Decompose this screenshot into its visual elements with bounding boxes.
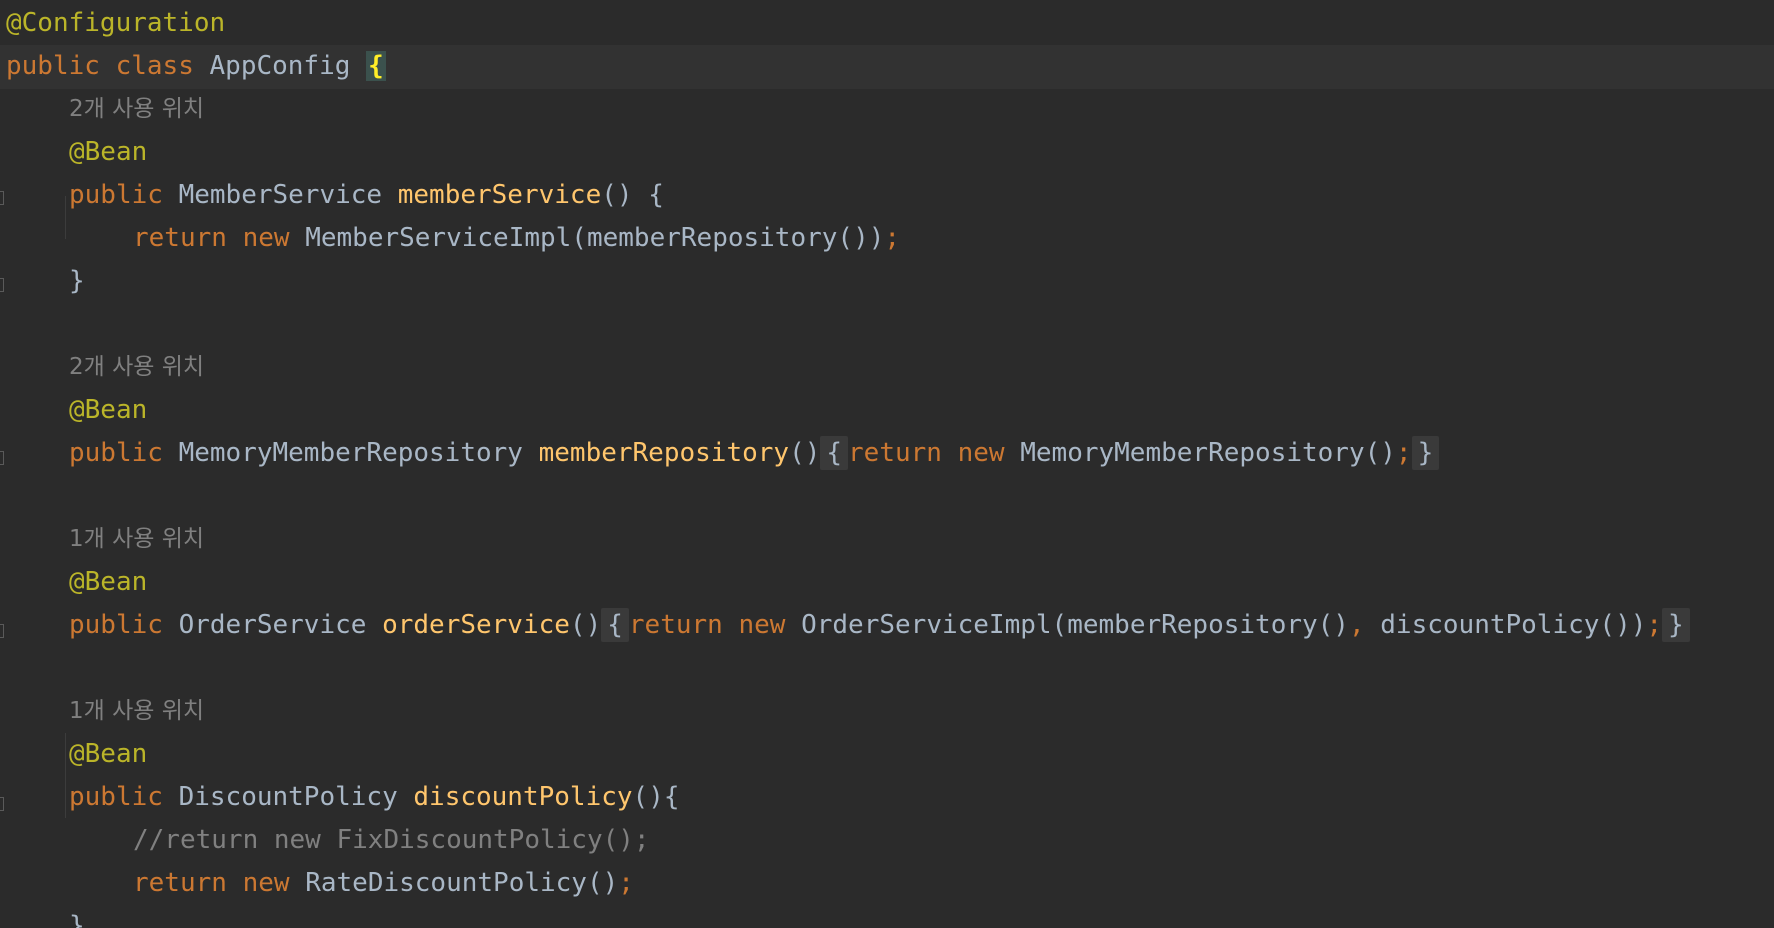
keyword: public [69, 782, 163, 812]
annotation: @Configuration [6, 8, 226, 38]
comma: , [1348, 610, 1365, 640]
code-editor[interactable]: @Configuration public class AppConfig { … [0, 0, 1774, 928]
semicolon: ; [1646, 610, 1663, 640]
matched-brace: { [366, 51, 386, 81]
keyword: new [242, 223, 290, 253]
keyword: public [6, 51, 100, 81]
code-line[interactable]: @Configuration [0, 2, 1774, 46]
code-line[interactable]: //return new FixDiscountPolicy(); [0, 819, 1774, 863]
semicolon: ; [1395, 438, 1412, 468]
annotation: @Bean [69, 395, 148, 425]
punctuation: (){ [632, 782, 680, 812]
expression: MemoryMemberRepository() [1020, 438, 1396, 468]
usage-hint[interactable]: 1개 사용 위치 [0, 518, 1774, 562]
keyword: return [848, 438, 942, 468]
code-line[interactable]: @Bean [0, 561, 1774, 605]
code-line[interactable]: public MemberService memberService() { [0, 174, 1774, 218]
keyword: new [957, 438, 1005, 468]
keyword: new [242, 868, 290, 898]
code-line[interactable]: public OrderService orderService(){retur… [0, 604, 1774, 648]
expression: discountPolicy()) [1364, 610, 1647, 640]
usage-hint-text[interactable]: 2개 사용 위치 [69, 346, 204, 390]
comment: //return new FixDiscountPolicy(); [133, 825, 650, 855]
code-line[interactable]: } [0, 260, 1774, 304]
punctuation: () [789, 438, 821, 468]
keyword: return [133, 868, 227, 898]
usage-hint[interactable]: 2개 사용 위치 [0, 88, 1774, 132]
expression: OrderServiceImpl(memberRepository() [801, 610, 1349, 640]
class-name: AppConfig [209, 51, 351, 81]
closing-brace: } [69, 266, 85, 296]
usage-hint-text[interactable]: 2개 사용 위치 [69, 88, 204, 132]
code-line[interactable]: @Bean [0, 733, 1774, 777]
type-name: MemoryMemberRepository [178, 438, 523, 468]
method-name: orderService [382, 610, 570, 640]
punctuation: () { [601, 180, 664, 210]
expression: RateDiscountPolicy() [305, 868, 619, 898]
annotation: @Bean [69, 739, 148, 769]
keyword: public [69, 610, 163, 640]
folded-region-open[interactable]: { [601, 608, 629, 642]
keyword: new [738, 610, 786, 640]
code-line[interactable]: public MemoryMemberRepository memberRepo… [0, 432, 1774, 476]
code-line[interactable]: @Bean [0, 389, 1774, 433]
usage-hint-text[interactable]: 1개 사용 위치 [69, 518, 204, 562]
usage-hint[interactable]: 2개 사용 위치 [0, 346, 1774, 390]
expression: MemberServiceImpl(memberRepository()) [305, 223, 885, 253]
keyword: return [133, 223, 227, 253]
code-line[interactable]: public DiscountPolicy discountPolicy(){ [0, 776, 1774, 820]
punctuation: () [569, 610, 602, 640]
method-name: memberService [397, 180, 602, 210]
semicolon: ; [884, 223, 901, 253]
closing-brace: } [69, 911, 85, 928]
annotation: @Bean [69, 567, 148, 597]
code-line-current[interactable]: public class AppConfig { [0, 45, 1774, 89]
method-name: memberRepository [538, 438, 790, 468]
usage-hint-text[interactable]: 1개 사용 위치 [69, 690, 204, 734]
folded-region-close[interactable]: } [1411, 436, 1440, 470]
method-name: discountPolicy [413, 782, 633, 812]
keyword: return [628, 610, 723, 640]
annotation: @Bean [69, 137, 148, 167]
keyword: public [69, 438, 163, 468]
keyword: class [115, 51, 194, 81]
code-line[interactable]: return new RateDiscountPolicy(); [0, 862, 1774, 906]
type-name: OrderService [178, 610, 367, 640]
usage-hint[interactable]: 1개 사용 위치 [0, 690, 1774, 734]
code-line[interactable]: @Bean [0, 131, 1774, 175]
type-name: DiscountPolicy [178, 782, 398, 812]
folded-region-close[interactable]: } [1662, 608, 1690, 642]
code-line[interactable]: } [0, 905, 1774, 928]
type-name: MemberService [178, 180, 383, 210]
code-line[interactable]: return new MemberServiceImpl(memberRepos… [0, 217, 1774, 261]
keyword: public [69, 180, 163, 210]
folded-region-open[interactable]: { [820, 436, 849, 470]
semicolon: ; [618, 868, 634, 898]
